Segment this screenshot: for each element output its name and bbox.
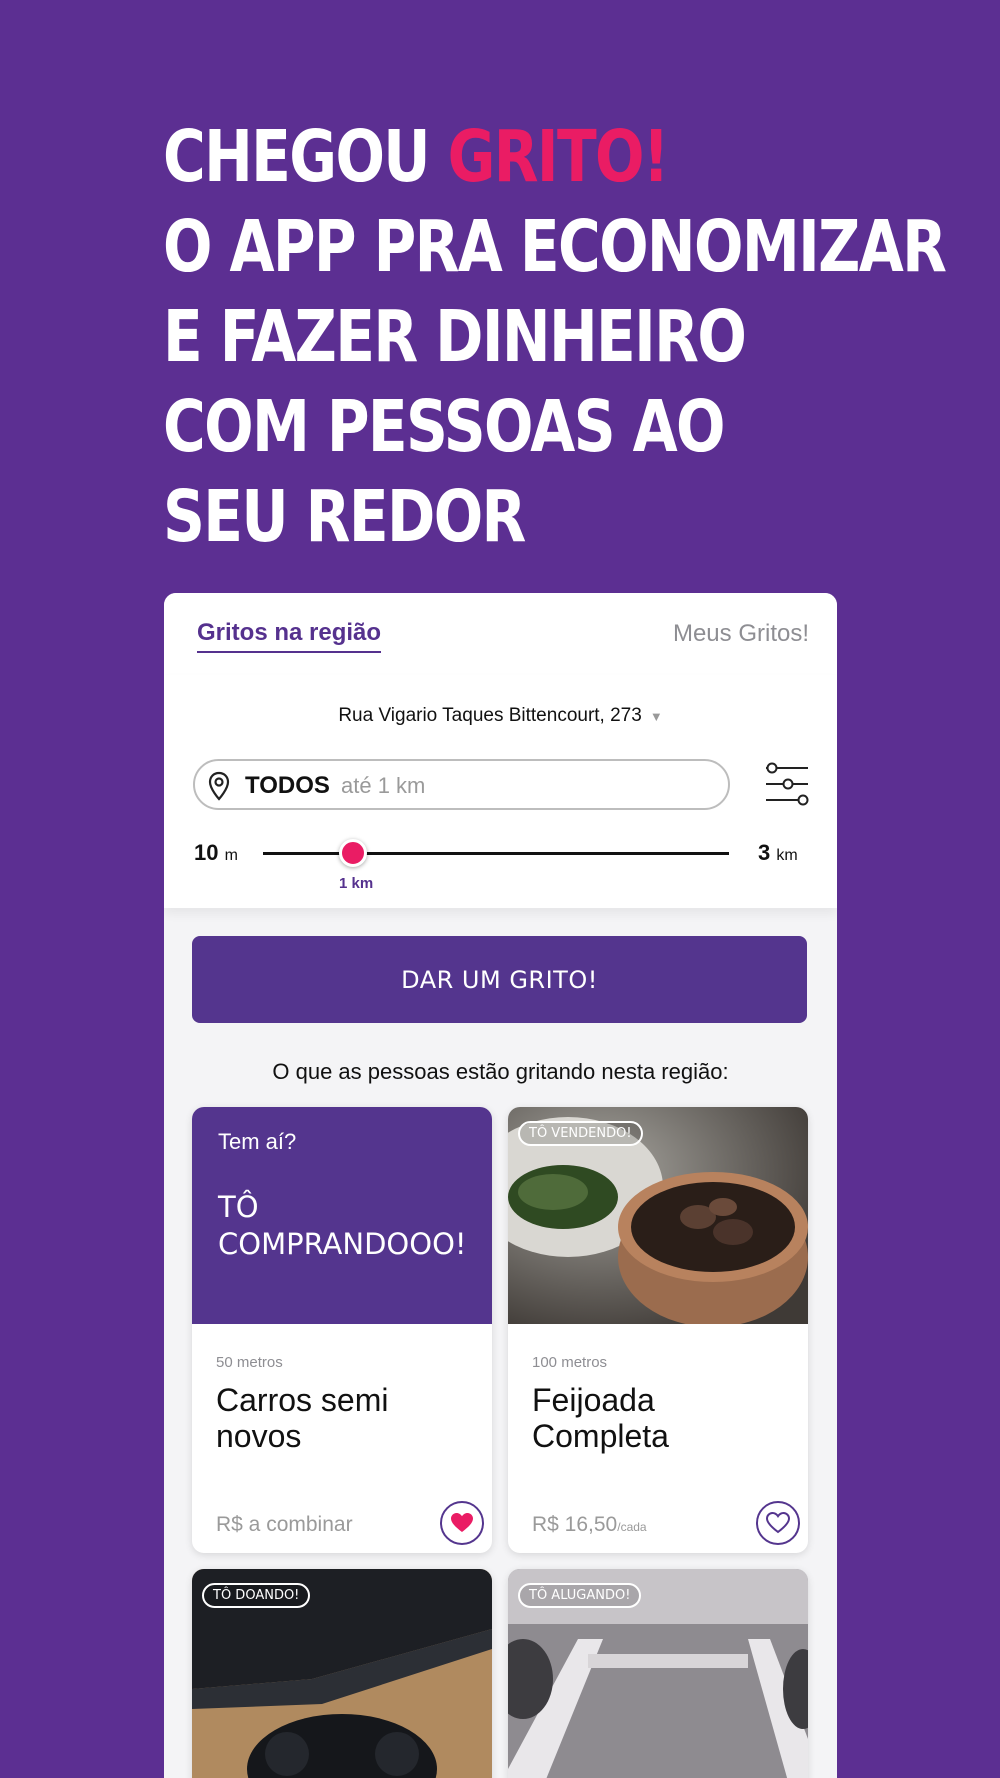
card-header: Tem aí? TÔ COMPRANDOOO!	[192, 1107, 492, 1324]
caret-down-icon: ▼	[649, 709, 663, 724]
card-price: R$ a combinar	[216, 1513, 353, 1536]
category-value: TODOS	[245, 772, 330, 799]
card-price-suffix: /cada	[617, 1520, 647, 1534]
slider-max-label: 3 km	[758, 840, 798, 866]
headline-accent: GRITO!	[447, 115, 670, 198]
distance-slider-track[interactable]	[263, 852, 729, 855]
search-field[interactable]: TODOS até 1 km	[193, 759, 730, 810]
card-badge: TÔ VENDENDO!	[518, 1121, 643, 1146]
section-title: O que as pessoas estão gritando nesta re…	[272, 1059, 729, 1084]
app-screen: Gritos na região Meus Gritos! Rua Vigari…	[164, 593, 837, 1778]
card-title: Carros semi novos	[216, 1382, 389, 1454]
slider-min-value: 10	[194, 840, 219, 865]
heart-outline-icon[interactable]	[756, 1501, 800, 1545]
filter-panel: Rua Vigario Taques Bittencourt, 273 ▼ TOD…	[164, 675, 837, 908]
parking-spot-photo: TÔ ALUGANDO!	[508, 1569, 808, 1778]
distance-slider-knob[interactable]	[339, 839, 367, 867]
slider-current-label: 1 km	[339, 875, 374, 892]
card-title: Feijoada Completa	[532, 1382, 669, 1454]
slider-max-unit: km	[776, 847, 798, 864]
filter-sliders-icon[interactable]	[764, 762, 810, 811]
card-big-text: TÔ COMPRANDOOO!	[218, 1190, 467, 1261]
heart-filled-icon[interactable]	[440, 1501, 484, 1545]
card-badge: TÔ DOANDO!	[202, 1583, 311, 1608]
grito-card[interactable]: TÔ DOANDO!	[192, 1569, 492, 1778]
range-text: até 1 km	[341, 773, 426, 798]
address-text: Rua Vigario Taques Bittencourt, 273	[338, 705, 642, 726]
feijoada-photo: TÔ VENDENDO!	[508, 1107, 808, 1324]
card-badge: TÔ ALUGANDO!	[518, 1583, 642, 1608]
headline-line-3: E FAZER DINHEIRO	[163, 295, 747, 378]
card-price-value: R$ 16,50	[532, 1513, 618, 1536]
dar-um-grito-button[interactable]: DAR UM GRITO!	[192, 936, 807, 1023]
top-tab-bar: Gritos na região Meus Gritos!	[164, 593, 837, 675]
headline-line-1: CHEGOU GRITO!	[163, 112, 753, 202]
headline-prefix: CHEGOU	[163, 115, 448, 198]
slider-max-value: 3	[758, 840, 771, 865]
location-pin-icon	[208, 771, 230, 806]
card-kicker: Tem aí?	[218, 1129, 297, 1154]
card-distance: 50 metros	[216, 1354, 283, 1371]
grito-card[interactable]: Tem aí? TÔ COMPRANDOOO! 50 metros Carros…	[192, 1107, 492, 1553]
slider-min-unit: m	[224, 847, 238, 864]
slider-min-label: 10 m	[194, 840, 238, 866]
card-price: R$ 16,50/cada	[532, 1513, 647, 1537]
tab-meus-gritos[interactable]: Meus Gritos!	[673, 620, 809, 648]
address-selector[interactable]: Rua Vigario Taques Bittencourt, 273 ▼	[164, 705, 837, 727]
headline-line-5: SEU REDOR	[163, 475, 526, 558]
headline: CHEGOU GRITO! O APP PRA ECONOMIZAR E FAZ…	[163, 112, 947, 562]
headline-line-4: COM PESSOAS AO	[163, 385, 726, 468]
game-console-photo: TÔ DOANDO!	[192, 1569, 492, 1778]
grito-card[interactable]: TÔ VENDENDO! 100 metros Feijoada Complet…	[508, 1107, 808, 1553]
grito-card[interactable]: TÔ ALUGANDO!	[508, 1569, 808, 1778]
headline-line-2: O APP PRA ECONOMIZAR	[163, 205, 947, 288]
card-distance: 100 metros	[532, 1354, 608, 1371]
tab-gritos-na-regiao[interactable]: Gritos na região	[197, 619, 382, 653]
